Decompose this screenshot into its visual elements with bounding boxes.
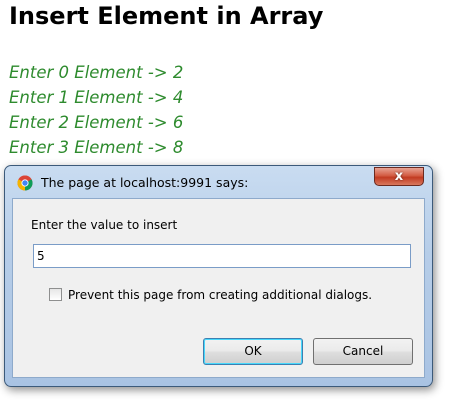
dialog-title: The page at localhost:9991 says: (41, 175, 249, 190)
element-line: Enter 1 Element -> 4 (9, 88, 184, 107)
prevent-dialogs-option[interactable]: Prevent this page from creating addition… (49, 286, 372, 304)
prevent-dialogs-checkbox[interactable] (49, 288, 62, 302)
element-list: Enter 0 Element -> 2 Enter 1 Element -> … (9, 60, 183, 160)
ok-button[interactable]: OK (203, 338, 303, 365)
close-icon: x (394, 168, 404, 184)
element-line: Enter 2 Element -> 6 (9, 113, 184, 132)
chrome-icon (17, 175, 33, 191)
value-input[interactable] (33, 244, 411, 268)
dialog-titlebar[interactable]: The page at localhost:9991 says: x (5, 166, 432, 198)
close-button[interactable]: x (374, 167, 424, 186)
element-line: Enter 3 Element -> 8 (9, 138, 184, 157)
element-line: Enter 0 Element -> 2 (9, 63, 184, 82)
prevent-dialogs-label[interactable]: Prevent this page from creating addition… (68, 288, 372, 302)
page-title: Insert Element in Array (9, 2, 324, 30)
dialog-body: Enter the value to insert Prevent this p… (12, 198, 425, 378)
prompt-label: Enter the value to insert (31, 218, 178, 232)
cancel-button[interactable]: Cancel (313, 338, 413, 365)
prompt-dialog: The page at localhost:9991 says: x Enter… (4, 165, 433, 387)
